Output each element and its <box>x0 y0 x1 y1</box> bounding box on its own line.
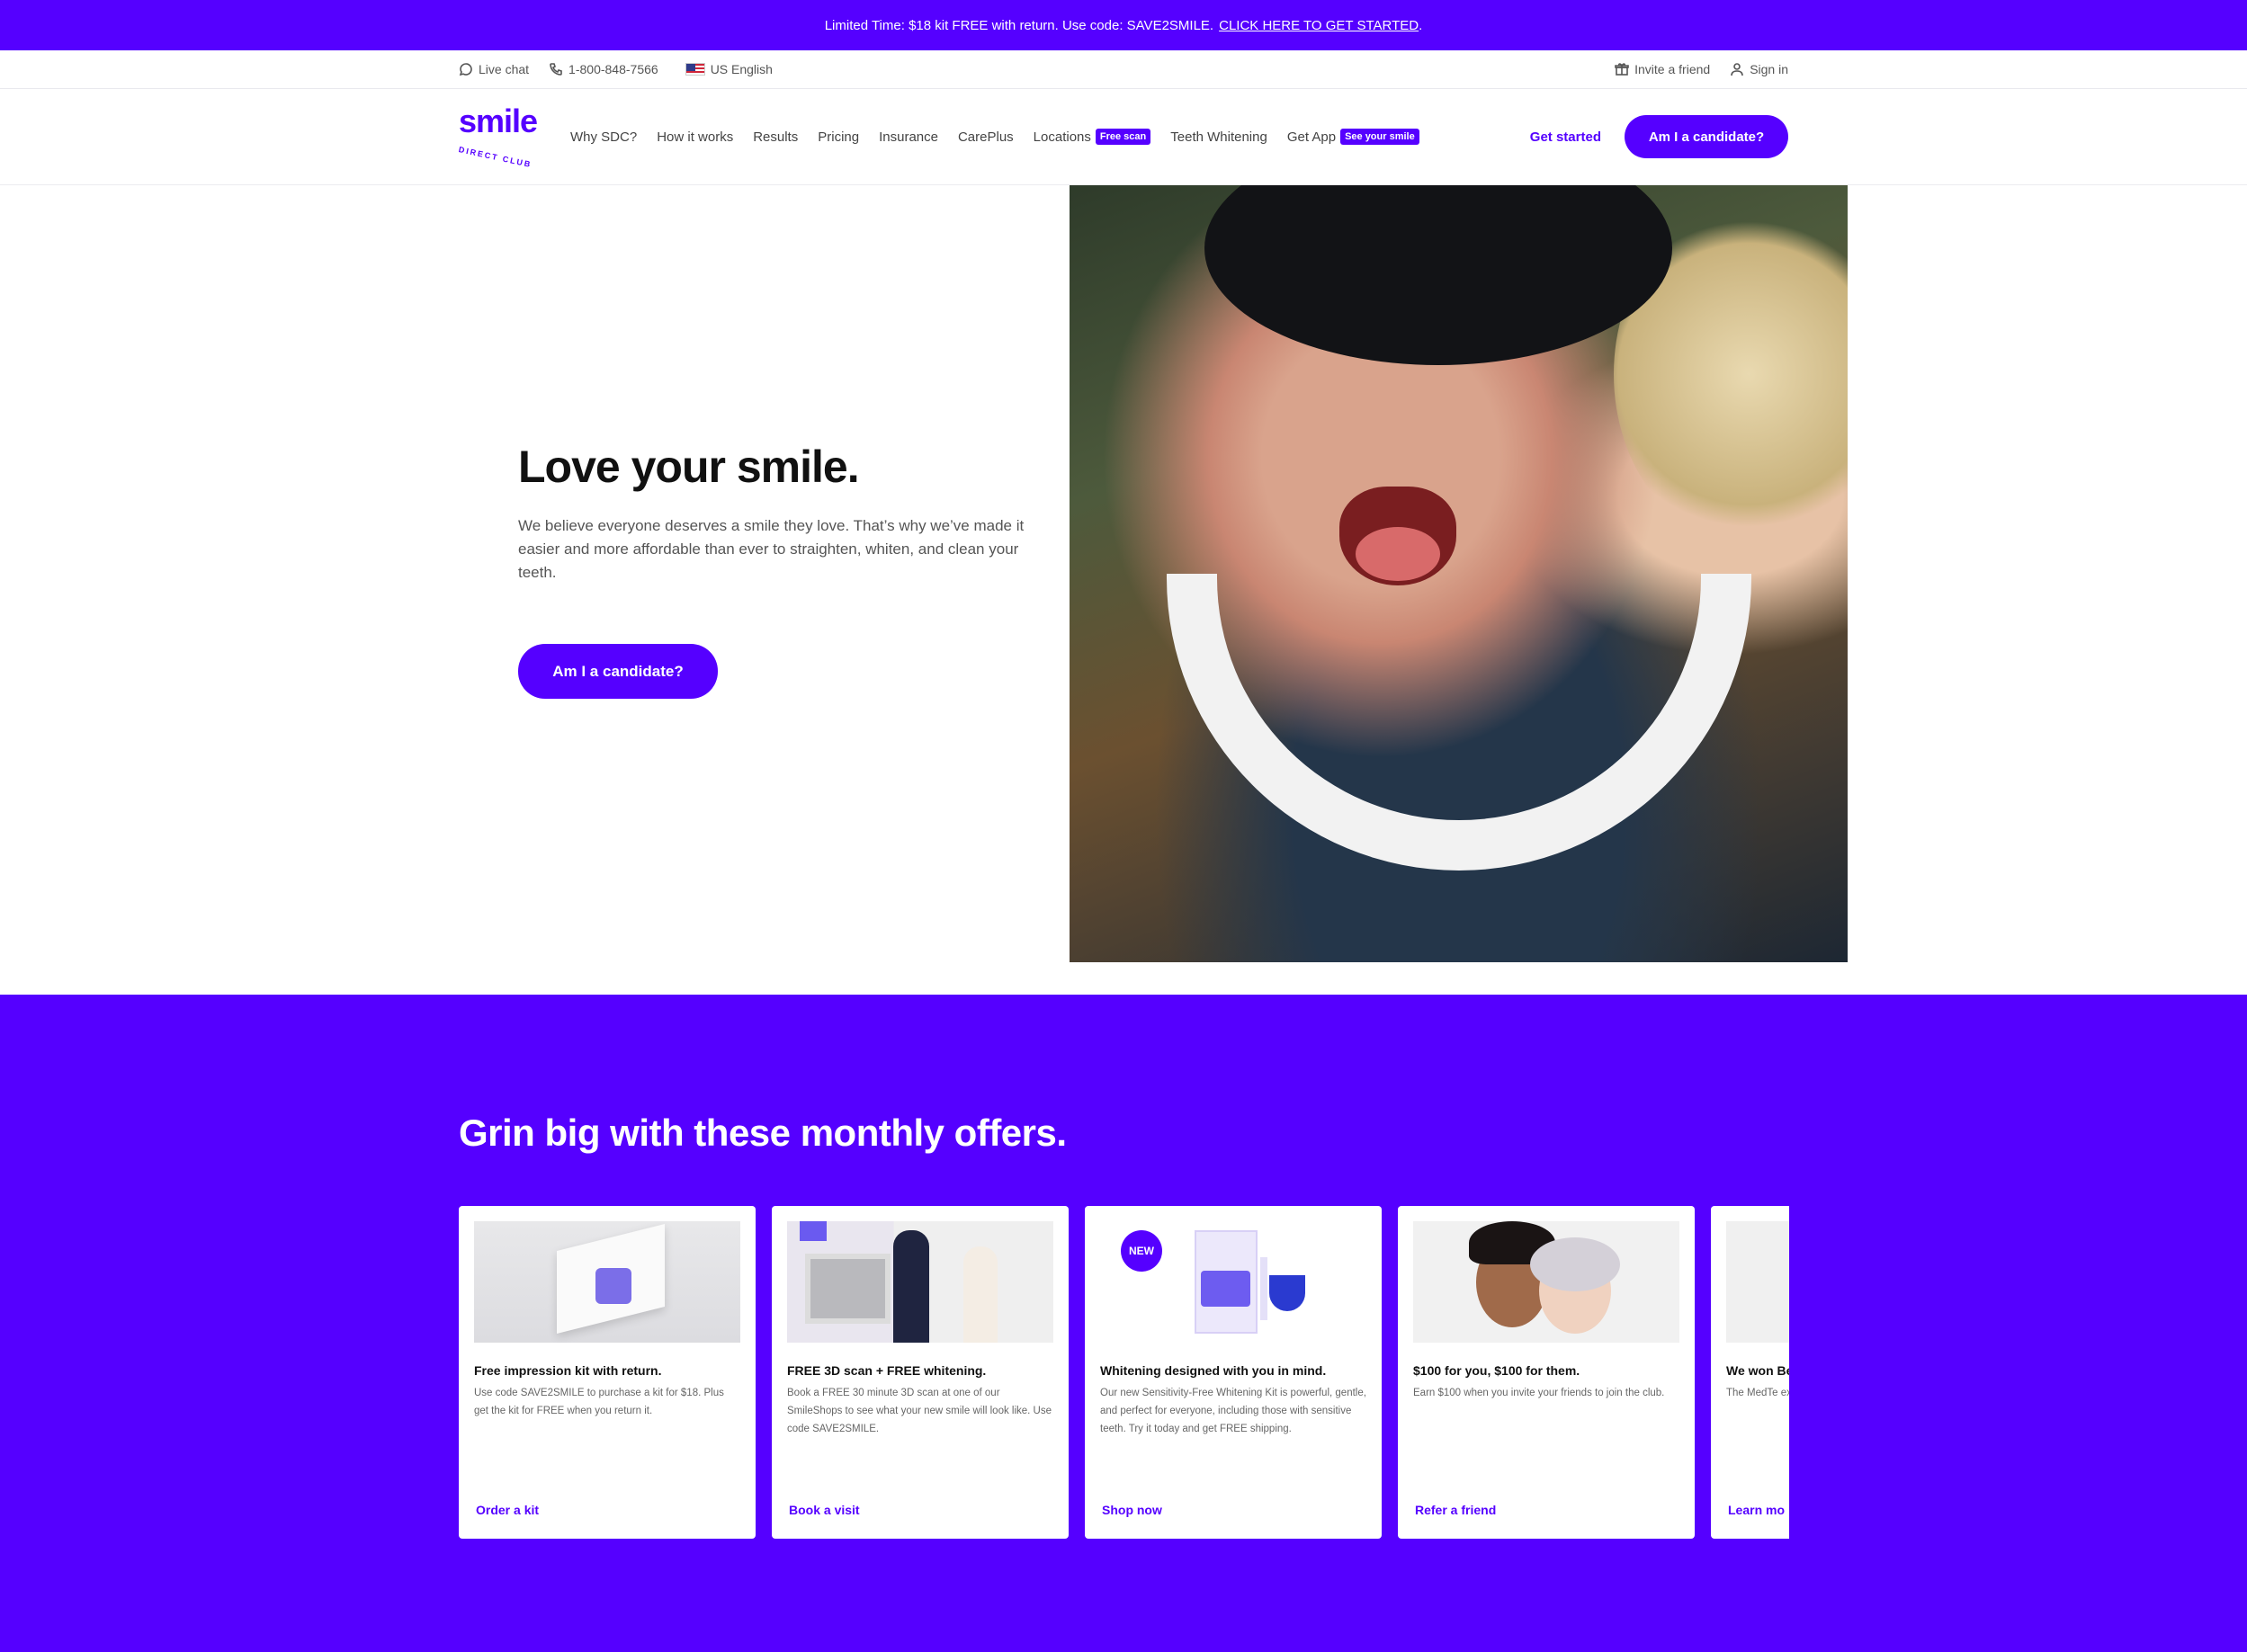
friends-smiling-image <box>1413 1221 1679 1343</box>
shop-now-link[interactable]: Shop now <box>1102 1503 1162 1517</box>
nav-item-careplus[interactable]: CarePlus <box>958 129 1014 145</box>
sign-in-link[interactable]: Sign in <box>1730 62 1788 76</box>
learn-more-link[interactable]: Learn mo <box>1728 1503 1785 1517</box>
user-icon <box>1731 63 1743 76</box>
offer-card: $100 for you, $100 for them. Earn $100 w… <box>1398 1206 1695 1539</box>
offer-description: Book a FREE 30 minute 3D scan at one of … <box>787 1388 1052 1434</box>
nav-item-how-it-works[interactable]: How it works <box>657 129 733 145</box>
us-flag-icon <box>685 63 705 76</box>
promo-trail: . <box>1419 17 1423 33</box>
invite-friend-link[interactable]: Invite a friend <box>1615 62 1710 76</box>
main-navigation: smile DIRECT CLUB Why SDC? How it works … <box>0 89 2247 185</box>
photo-tongue-shape <box>1356 527 1440 581</box>
offer-card: NEW Whitening designed with you in mind.… <box>1085 1206 1382 1539</box>
hero-candidate-button[interactable]: Am I a candidate? <box>518 644 718 699</box>
offer-description: Our new Sensitivity-Free Whitening Kit i… <box>1100 1388 1366 1434</box>
hero-text-block: Love your smile. We believe everyone des… <box>518 441 1040 699</box>
language-label: US English <box>710 62 773 76</box>
phone-number: 1-800-848-7566 <box>568 62 658 76</box>
see-your-smile-tag: See your smile <box>1340 129 1419 145</box>
nav-menu: Why SDC? How it works Results Pricing In… <box>570 129 1419 145</box>
offer-title: FREE 3D scan + FREE whitening. <box>787 1363 987 1378</box>
refer-friend-link[interactable]: Refer a friend <box>1415 1503 1496 1517</box>
logo-subtext: DIRECT CLUB <box>457 145 533 170</box>
nav-candidate-button[interactable]: Am I a candidate? <box>1625 115 1788 158</box>
offer-title: $100 for you, $100 for them. <box>1413 1363 1580 1378</box>
live-chat-label: Live chat <box>479 62 530 76</box>
offer-title: We won Be <box>1726 1363 1789 1378</box>
offer-card: FREE 3D scan + FREE whitening. Book a FR… <box>772 1206 1069 1539</box>
nav-item-locations[interactable]: Locations Free scan <box>1034 129 1151 145</box>
nav-item-insurance[interactable]: Insurance <box>879 129 938 145</box>
utility-bar: Live chat 1-800-848-7566 US English Invi… <box>0 50 2247 89</box>
nav-item-results[interactable]: Results <box>753 129 798 145</box>
nav-item-why-sdc[interactable]: Why SDC? <box>570 129 637 145</box>
impression-kit-image <box>474 1221 740 1343</box>
sign-in-label: Sign in <box>1750 62 1788 76</box>
offer-description: Use code SAVE2SMILE to purchase a kit fo… <box>474 1388 724 1416</box>
offers-carousel[interactable]: Free impression kit with return. Use cod… <box>459 1206 1789 1540</box>
hero-section: Love your smile. We believe everyone des… <box>0 185 2247 995</box>
offer-title: Whitening designed with you in mind. <box>1100 1363 1327 1378</box>
offer-title: Free impression kit with return. <box>474 1363 662 1378</box>
monthly-offers-section: Grin big with these monthly offers. Free… <box>0 995 2247 1652</box>
offer-description: Earn $100 when you invite your friends t… <box>1413 1388 1665 1398</box>
book-visit-link[interactable]: Book a visit <box>789 1503 860 1517</box>
hero-body: We believe everyone deserves a smile the… <box>518 517 1025 581</box>
nav-item-locations-label: Locations <box>1033 129 1091 145</box>
logo-wordmark: smile <box>459 103 538 139</box>
offers-heading: Grin big with these monthly offers. <box>459 1112 1067 1154</box>
order-kit-link[interactable]: Order a kit <box>476 1503 539 1517</box>
promo-cta-link[interactable]: CLICK HERE TO GET STARTED <box>1219 18 1419 33</box>
hero-photo-couple <box>1070 185 1848 962</box>
chat-bubble-icon <box>459 63 472 76</box>
gift-icon <box>1615 63 1629 76</box>
smileshop-scan-image <box>787 1221 1053 1343</box>
nav-item-get-app[interactable]: Get App See your smile <box>1287 129 1419 145</box>
language-selector[interactable]: US English <box>685 62 773 76</box>
offer-description: The MedTe excellence d technology. <box>1726 1388 1789 1398</box>
nav-item-pricing[interactable]: Pricing <box>818 129 859 145</box>
nav-item-get-app-label: Get App <box>1286 129 1337 145</box>
promo-banner: Limited Time: $18 kit FREE with return. … <box>0 0 2247 50</box>
get-started-link[interactable]: Get started <box>1530 129 1601 145</box>
invite-friend-label: Invite a friend <box>1634 62 1711 76</box>
live-chat-link[interactable]: Live chat <box>459 62 529 76</box>
hero-title: Love your smile. <box>518 442 860 492</box>
phone-icon <box>550 63 562 76</box>
phone-link[interactable]: 1-800-848-7566 <box>549 62 658 76</box>
new-badge: NEW <box>1121 1230 1162 1272</box>
nav-item-teeth-whitening[interactable]: Teeth Whitening <box>1170 129 1267 145</box>
offer-card: Free impression kit with return. Use cod… <box>459 1206 756 1539</box>
award-image <box>1726 1221 1789 1343</box>
free-scan-tag: Free scan <box>1095 129 1151 145</box>
photo-hat-shape <box>1204 185 1672 365</box>
smile-direct-club-logo[interactable]: smile DIRECT CLUB <box>457 103 540 170</box>
promo-text: Limited Time: $18 kit FREE with return. … <box>824 17 1214 33</box>
smile-arc-graphic <box>1167 574 1751 871</box>
offer-card: We won Be The MedTe excellence d technol… <box>1711 1206 1789 1539</box>
